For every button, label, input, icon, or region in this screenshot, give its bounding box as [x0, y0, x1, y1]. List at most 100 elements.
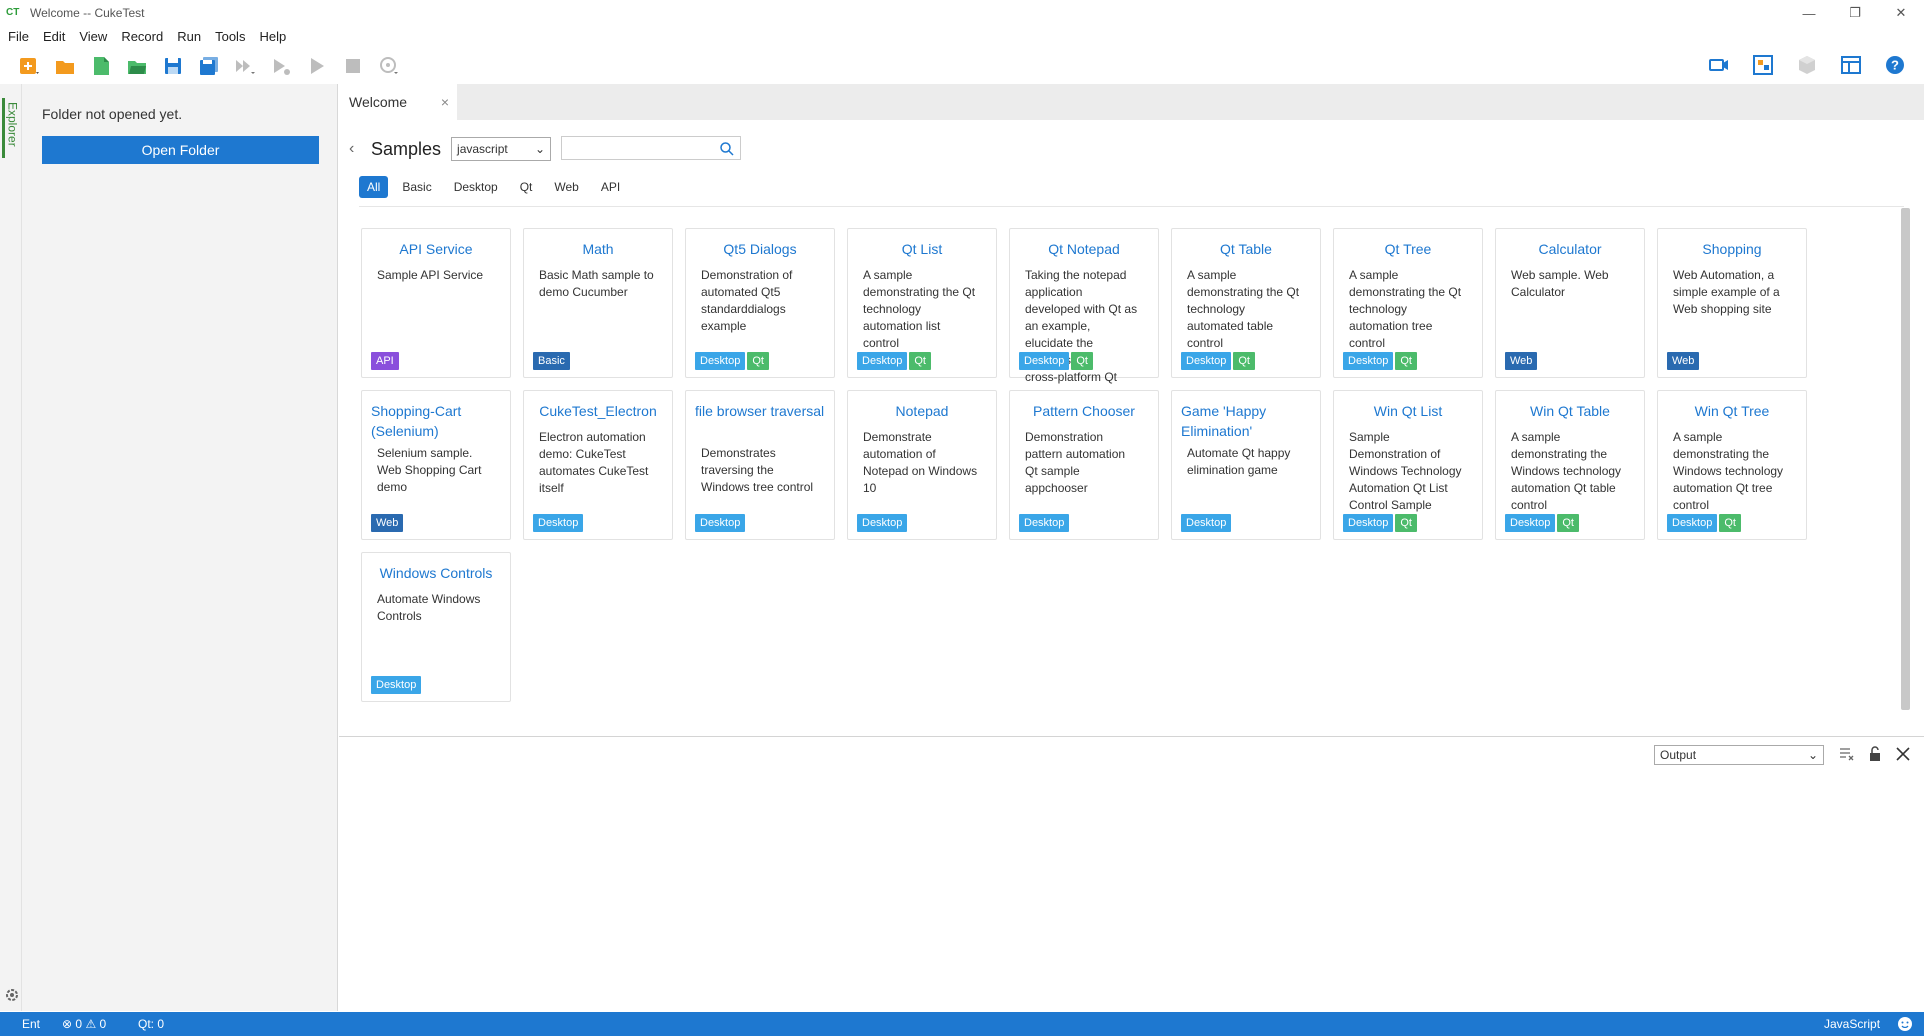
samples-search-input[interactable]	[561, 136, 741, 160]
run-step-icon[interactable]	[268, 53, 294, 79]
status-problems[interactable]: ⊗ 0 ⚠ 0	[62, 1017, 106, 1031]
save-all-icon[interactable]	[196, 53, 222, 79]
sample-card[interactable]: Win Qt Table A sample demonstrating the Win…	[1495, 390, 1645, 540]
vertical-scrollbar[interactable]	[1901, 208, 1910, 710]
sample-card-title[interactable]: Calculator	[1505, 239, 1635, 259]
sample-card-description: Sample Demonstration of Windows Technology…	[1349, 429, 1472, 514]
menu-help[interactable]: Help	[259, 29, 286, 44]
sample-card-title[interactable]: Qt Notepad	[1019, 239, 1149, 259]
sample-card[interactable]: Shopping-Cart (Selenium) Selenium sample.…	[361, 390, 511, 540]
sample-card-title[interactable]: Shopping-Cart (Selenium)	[371, 401, 501, 441]
sample-card-title[interactable]: API Service	[371, 239, 501, 259]
description-line: demo: CukeTest	[539, 447, 626, 461]
sample-card-title[interactable]: Qt Table	[1181, 239, 1311, 259]
sample-card-title[interactable]: Qt Tree	[1343, 239, 1473, 259]
sample-card-title[interactable]: Shopping	[1667, 239, 1797, 259]
sample-card[interactable]: Qt Notepad Taking the notepad application d…	[1009, 228, 1159, 384]
open-file-icon[interactable]	[124, 53, 150, 79]
clear-output-icon[interactable]	[1838, 745, 1856, 763]
sample-card[interactable]: Calculator Web sample. Web Calculator Web	[1495, 228, 1645, 378]
sample-card-tags: Desktop	[1181, 514, 1233, 532]
warning-icon: ⚠	[85, 1017, 97, 1031]
filter-web[interactable]: Web	[546, 176, 586, 198]
run-all-icon[interactable]	[232, 53, 258, 79]
stop-icon[interactable]	[340, 53, 366, 79]
filter-all[interactable]: All	[359, 176, 389, 198]
chevron-left-icon[interactable]: ‹	[349, 140, 363, 158]
tab-welcome[interactable]: Welcome ×	[339, 84, 457, 120]
tag-badge: Qt	[747, 352, 769, 370]
feedback-icon[interactable]	[1897, 1016, 1913, 1032]
lock-icon[interactable]	[1866, 745, 1884, 763]
filter-basic[interactable]: Basic	[394, 176, 439, 198]
language-select[interactable]: javascript ⌄	[451, 137, 552, 161]
sample-card-title[interactable]: file browser traversal	[695, 401, 825, 421]
sample-card[interactable]: Qt5 Dialogs Demonstration of automated Qt5…	[685, 228, 835, 378]
new-icon[interactable]	[16, 53, 42, 79]
output-channel-select[interactable]: Output ⌄	[1654, 745, 1824, 765]
minimize-button[interactable]: —	[1786, 0, 1832, 26]
status-branch[interactable]: Ent	[22, 1017, 40, 1031]
gear-icon[interactable]	[4, 987, 20, 1003]
filter-api[interactable]: API	[593, 176, 628, 198]
close-icon[interactable]: ×	[441, 94, 449, 110]
description-line: application	[1025, 285, 1083, 299]
close-button[interactable]: ✕	[1878, 0, 1924, 26]
description-line: Basic Math sample to	[539, 268, 654, 282]
sample-card[interactable]: Qt Table A sample demonstrating the Qt tech…	[1171, 228, 1321, 378]
explorer-tab[interactable]: Explorer	[2, 98, 20, 158]
description-line: technology	[1187, 302, 1246, 316]
sample-card[interactable]: Notepad Demonstrate automation of Notepad o…	[847, 390, 997, 540]
sample-card[interactable]: Qt List A sample demonstrating the Qt techn…	[847, 228, 997, 378]
sample-card-title[interactable]: Notepad	[857, 401, 987, 421]
description-line: A sample	[1511, 430, 1561, 444]
close-panel-icon[interactable]	[1894, 745, 1912, 763]
open-folder-icon[interactable]	[52, 53, 78, 79]
sample-card[interactable]: Pattern Chooser Demonstration pattern auto…	[1009, 390, 1159, 540]
sample-card[interactable]: Game 'Happy Elimination' Automate Qt happ…	[1171, 390, 1321, 540]
sample-card-title[interactable]: Qt5 Dialogs	[695, 239, 825, 259]
sample-card[interactable]: Win Qt List Sample Demonstration of Windows…	[1333, 390, 1483, 540]
menu-edit[interactable]: Edit	[43, 29, 65, 44]
sample-card[interactable]: CukeTest_Electron Electron automation demo…	[523, 390, 673, 540]
sample-card-title[interactable]: Pattern Chooser	[1019, 401, 1149, 421]
description-line: Notepad on Windows	[863, 464, 978, 478]
restore-button[interactable]: ❐	[1832, 0, 1878, 26]
new-file-icon[interactable]	[88, 53, 114, 79]
sample-card-tags: Desktop Qt	[857, 352, 933, 370]
open-folder-button[interactable]: Open Folder	[42, 136, 319, 164]
sample-card-title[interactable]: Windows Controls	[371, 563, 501, 583]
menu-view[interactable]: View	[79, 29, 107, 44]
cube-icon[interactable]	[1794, 52, 1820, 78]
sample-card[interactable]: Windows Controls Automate Windows Controls…	[361, 552, 511, 702]
sample-card-title[interactable]: Win Qt Tree	[1667, 401, 1797, 421]
model-icon[interactable]	[1750, 52, 1776, 78]
layout-icon[interactable]	[1838, 52, 1864, 78]
run-icon[interactable]	[304, 53, 330, 79]
help-icon[interactable]: ?	[1882, 52, 1908, 78]
menu-file[interactable]: File	[8, 29, 29, 44]
save-icon[interactable]	[160, 53, 186, 79]
record-icon[interactable]	[1706, 52, 1732, 78]
filter-desktop[interactable]: Desktop	[446, 176, 506, 198]
status-qt[interactable]: Qt: 0	[138, 1017, 164, 1031]
status-language[interactable]: JavaScript	[1824, 1017, 1880, 1031]
search-icon[interactable]	[719, 141, 734, 156]
sample-card-title[interactable]: CukeTest_Electron	[533, 401, 663, 421]
menu-record[interactable]: Record	[121, 29, 163, 44]
sample-card[interactable]: API Service Sample API Service API	[361, 228, 511, 378]
sample-card[interactable]: Win Qt Tree A sample demonstrating the Wind…	[1657, 390, 1807, 540]
sample-card-title[interactable]: Win Qt List	[1343, 401, 1473, 421]
menu-run[interactable]: Run	[177, 29, 201, 44]
filter-qt[interactable]: Qt	[512, 176, 541, 198]
sample-card-title[interactable]: Game 'Happy Elimination'	[1181, 401, 1311, 441]
sample-card[interactable]: Math Basic Math sample to demo Cucumber Bas…	[523, 228, 673, 378]
sample-card-title[interactable]: Qt List	[857, 239, 987, 259]
menu-tools[interactable]: Tools	[215, 29, 245, 44]
sample-card-title[interactable]: Win Qt Table	[1505, 401, 1635, 421]
debug-icon[interactable]	[376, 53, 402, 79]
sample-card[interactable]: file browser traversal Demonstrates traver…	[685, 390, 835, 540]
sample-card-title[interactable]: Math	[533, 239, 663, 259]
sample-card[interactable]: Qt Tree A sample demonstrating the Qt techn…	[1333, 228, 1483, 378]
sample-card[interactable]: Shopping Web Automation, a simple example …	[1657, 228, 1807, 378]
